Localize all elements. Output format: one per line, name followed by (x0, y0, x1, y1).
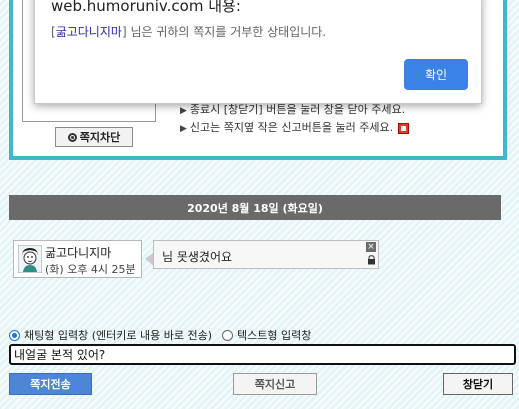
block-message-button[interactable]: 쪽지차단 (55, 127, 133, 147)
radio-chat-mode-label[interactable]: 채팅형 입력창 (엔터키로 내용 바로 전송) (24, 327, 212, 343)
dialog-message-username: 굶고다니지마 (55, 25, 122, 39)
input-mode-row: 채팅형 입력창 (엔터키로 내용 바로 전송) 텍스트형 입력창 (9, 327, 311, 343)
message-input[interactable] (9, 344, 516, 365)
avatar (18, 245, 42, 273)
arrow-icon: ▶ (180, 124, 187, 134)
report-icon (398, 122, 410, 134)
lock-icon[interactable] (367, 255, 376, 265)
message-bubble: 님 못생겼어요 × (153, 240, 379, 269)
report-instruction: ▶ 신고는 쪽지옆 작은 신고버튼을 눌러 주세요. (180, 119, 410, 135)
ok-button[interactable]: 확인 (404, 59, 468, 90)
sender-card[interactable]: 굶고다니지마 (화) 오후 4시 25분 (13, 240, 142, 278)
radio-text-mode-label[interactable]: 텍스트형 입력창 (237, 327, 311, 343)
close-instruction-text: 종료시 [창닫기] 버튼을 눌러 창을 닫아 주세요. (189, 103, 406, 116)
radio-text-mode[interactable] (222, 329, 233, 341)
alert-dialog: web.humoruniv.com 내용: [굶고다니지마] 님은 귀하의 쪽지… (34, 0, 482, 104)
message-text: 님 못생겼어요 (162, 250, 233, 264)
date-bar: 2020년 8월 18일 (화요일) (9, 195, 501, 220)
block-icon (67, 132, 77, 142)
report-instruction-text: 신고는 쪽지옆 작은 신고버튼을 눌러 주세요. (189, 121, 394, 134)
close-icon[interactable]: × (366, 242, 376, 252)
dialog-message-text: 님은 귀하의 쪽지를 거부한 상태입니다. (126, 25, 327, 39)
report-button[interactable]: 쪽지신고 (233, 373, 317, 395)
close-window-button[interactable]: 창닫기 (443, 373, 513, 395)
dialog-title: web.humoruniv.com 내용: (51, 0, 241, 15)
block-button-label: 쪽지차단 (79, 131, 121, 144)
dialog-message: [굶고다니지마] 님은 귀하의 쪽지를 거부한 상태입니다. (51, 25, 327, 39)
sender-name: 굶고다니지마 (45, 246, 112, 260)
send-button[interactable]: 쪽지전송 (9, 373, 92, 395)
radio-chat-mode[interactable] (9, 329, 20, 341)
sender-time: (화) 오후 4시 25분 (45, 263, 136, 276)
arrow-icon: ▶ (180, 106, 187, 116)
